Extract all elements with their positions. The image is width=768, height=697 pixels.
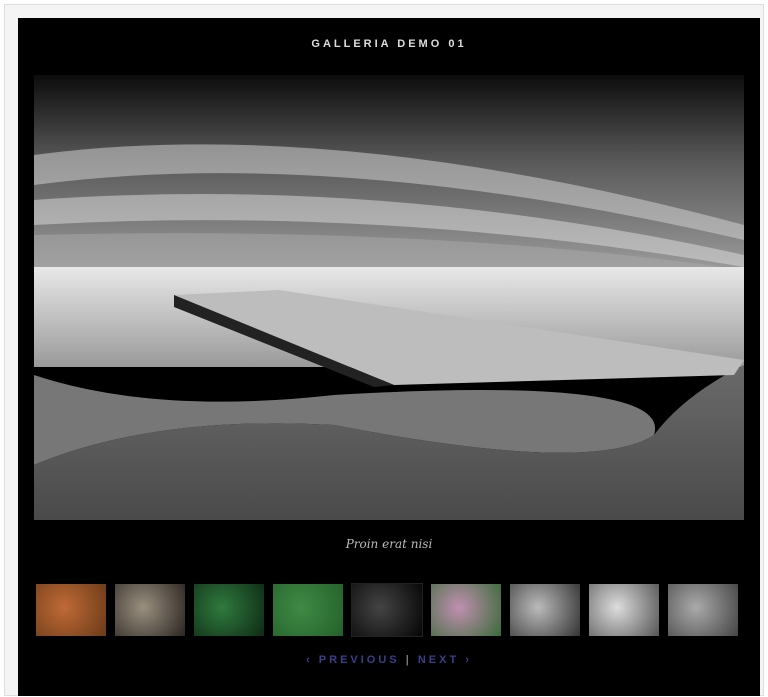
- thumbnail-pebbles[interactable]: [115, 584, 185, 636]
- pagination-nav: ‹ PREVIOUS | NEXT ›: [18, 654, 760, 666]
- nav-separator: |: [405, 654, 412, 666]
- image-caption: Proin erat nisi: [345, 537, 433, 551]
- thumbnail-grass[interactable]: [194, 584, 264, 636]
- gallery-frame: GALLERIA DEMO 01 Proin erat nisi ‹ PREVI…: [4, 4, 764, 696]
- thumbnail-pier-sunset[interactable]: [589, 584, 659, 636]
- thumbnail-night-sea[interactable]: [351, 583, 423, 637]
- next-link[interactable]: NEXT: [418, 654, 459, 666]
- gallery-title: GALLERIA DEMO 01: [311, 38, 467, 50]
- previous-link[interactable]: PREVIOUS: [319, 654, 400, 666]
- gallery-stage: GALLERIA DEMO 01 Proin erat nisi ‹ PREVI…: [18, 18, 760, 696]
- thumbnail-rocks[interactable]: [668, 584, 738, 636]
- thumbnail-lotus[interactable]: [431, 584, 501, 636]
- next-arrow: ›: [465, 654, 472, 666]
- thumbnail-strip: [36, 583, 738, 637]
- previous-arrow: ‹: [306, 654, 313, 666]
- thumbnail-ladybug[interactable]: [273, 584, 343, 636]
- main-image[interactable]: [34, 75, 744, 520]
- thumbnail-pier[interactable]: [510, 584, 580, 636]
- thumbnail-leaf[interactable]: [36, 584, 106, 636]
